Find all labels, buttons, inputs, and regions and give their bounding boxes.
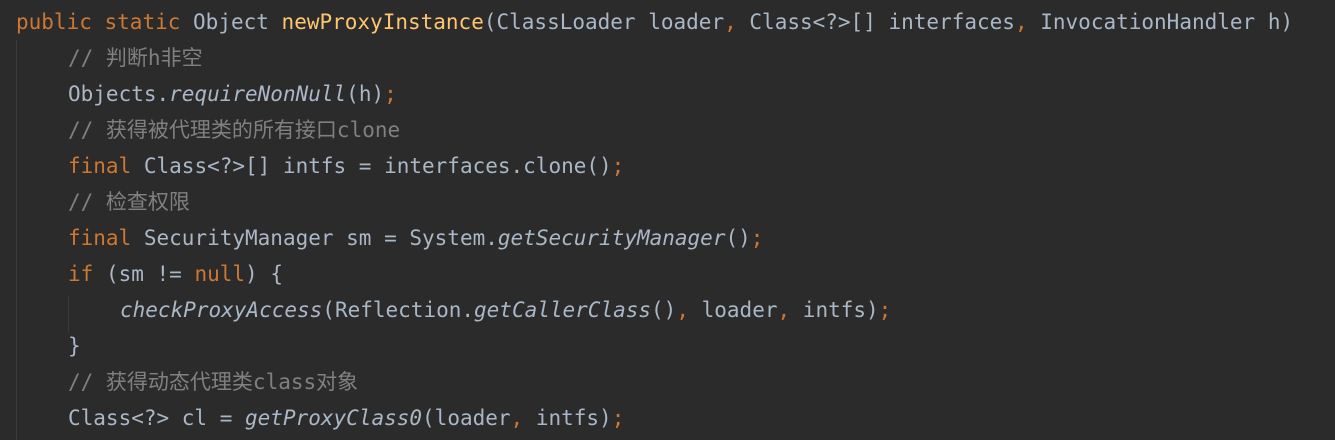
comma: , — [777, 298, 791, 322]
keyword-public: public — [16, 10, 92, 34]
code-line-check-proxy-access[interactable]: checkProxyAccess(Reflection.getCallerCla… — [120, 292, 891, 328]
arg-loader: (loader — [422, 406, 511, 430]
comma: , — [724, 10, 737, 34]
code-editor[interactable]: public static Object newProxyInstance(Cl… — [0, 0, 1335, 440]
code-line-if[interactable]: if (sm != null) { — [68, 256, 283, 292]
closing-brace: } — [68, 334, 81, 358]
method-name: newProxyInstance — [281, 10, 484, 34]
objects-class: Objects. — [68, 82, 170, 106]
condition-left: (sm != — [105, 262, 195, 286]
keyword-null: null — [194, 262, 246, 286]
comma: , — [676, 298, 689, 322]
method-get-caller-class: getCallerClass — [474, 298, 652, 322]
comment-text: // 获得动态代理类class对象 — [68, 370, 359, 394]
semicolon: ; — [611, 154, 625, 178]
param-loader: loader — [648, 10, 725, 34]
param-h: h) — [1267, 10, 1294, 34]
param-interfaces: interfaces — [888, 10, 1015, 34]
method-get-security-manager: getSecurityManager — [497, 226, 726, 250]
semicolon: ; — [750, 226, 764, 250]
declaration: Class<?>[] intfs = interfaces.clone() — [143, 154, 612, 178]
type-invocation-handler: InvocationHandler — [1040, 10, 1256, 34]
keyword-final: final — [68, 154, 132, 178]
code-line-require-non-null[interactable]: Objects.requireNonNull(h); — [68, 76, 397, 112]
arg-reflection: (Reflection. — [322, 298, 475, 322]
type-object: Object — [193, 10, 269, 34]
declaration: Class<?> cl = — [68, 406, 246, 430]
type-classloader: ClassLoader — [496, 10, 636, 34]
comma: , — [1014, 10, 1028, 34]
paren-open: ( — [483, 10, 497, 34]
type-class-array: Class<?>[] — [749, 10, 876, 34]
call-parens: () — [651, 298, 677, 322]
code-line-intfs[interactable]: final Class<?>[] intfs = interfaces.clon… — [68, 148, 624, 184]
condition-right: ) { — [245, 262, 283, 286]
arg-intfs: intfs) — [523, 406, 612, 430]
code-line-close-brace[interactable]: } — [68, 328, 81, 364]
comment-text: // 检查权限 — [68, 190, 190, 214]
method-check-proxy-access: checkProxyAccess — [120, 298, 323, 322]
code-line-comment[interactable]: // 检查权限 — [68, 184, 190, 220]
code-line-comment[interactable]: // 获得动态代理类class对象 — [68, 364, 358, 400]
semicolon: ; — [384, 82, 397, 106]
code-line-get-proxy-class[interactable]: Class<?> cl = getProxyClass0(loader, int… — [68, 400, 624, 436]
arg-intfs: intfs) — [790, 298, 879, 322]
call-parens: () — [725, 226, 751, 250]
code-line-comment[interactable]: // 获得被代理类的所有接口clone — [68, 112, 400, 148]
declaration: SecurityManager sm = System. — [143, 226, 498, 250]
keyword-static: static — [104, 10, 181, 34]
args: (h) — [346, 82, 385, 106]
keyword-if: if — [68, 262, 94, 286]
method-require-non-null: requireNonNull — [169, 82, 347, 106]
semicolon: ; — [611, 406, 625, 430]
semicolon: ; — [878, 298, 892, 322]
code-line-security-manager[interactable]: final SecurityManager sm = System.getSec… — [68, 220, 763, 256]
code-line-signature[interactable]: public static Object newProxyInstance(Cl… — [16, 4, 1293, 40]
comment-text: // 判断h非空 — [68, 46, 203, 70]
keyword-final: final — [68, 226, 132, 250]
arg-loader: loader — [688, 298, 778, 322]
indent-guide — [16, 40, 17, 440]
code-line-comment[interactable]: // 判断h非空 — [68, 40, 203, 76]
comment-text: // 获得被代理类的所有接口clone — [68, 118, 401, 142]
indent-guide-inner — [68, 296, 69, 332]
comma: , — [510, 406, 524, 430]
method-get-proxy-class0: getProxyClass0 — [245, 406, 423, 430]
